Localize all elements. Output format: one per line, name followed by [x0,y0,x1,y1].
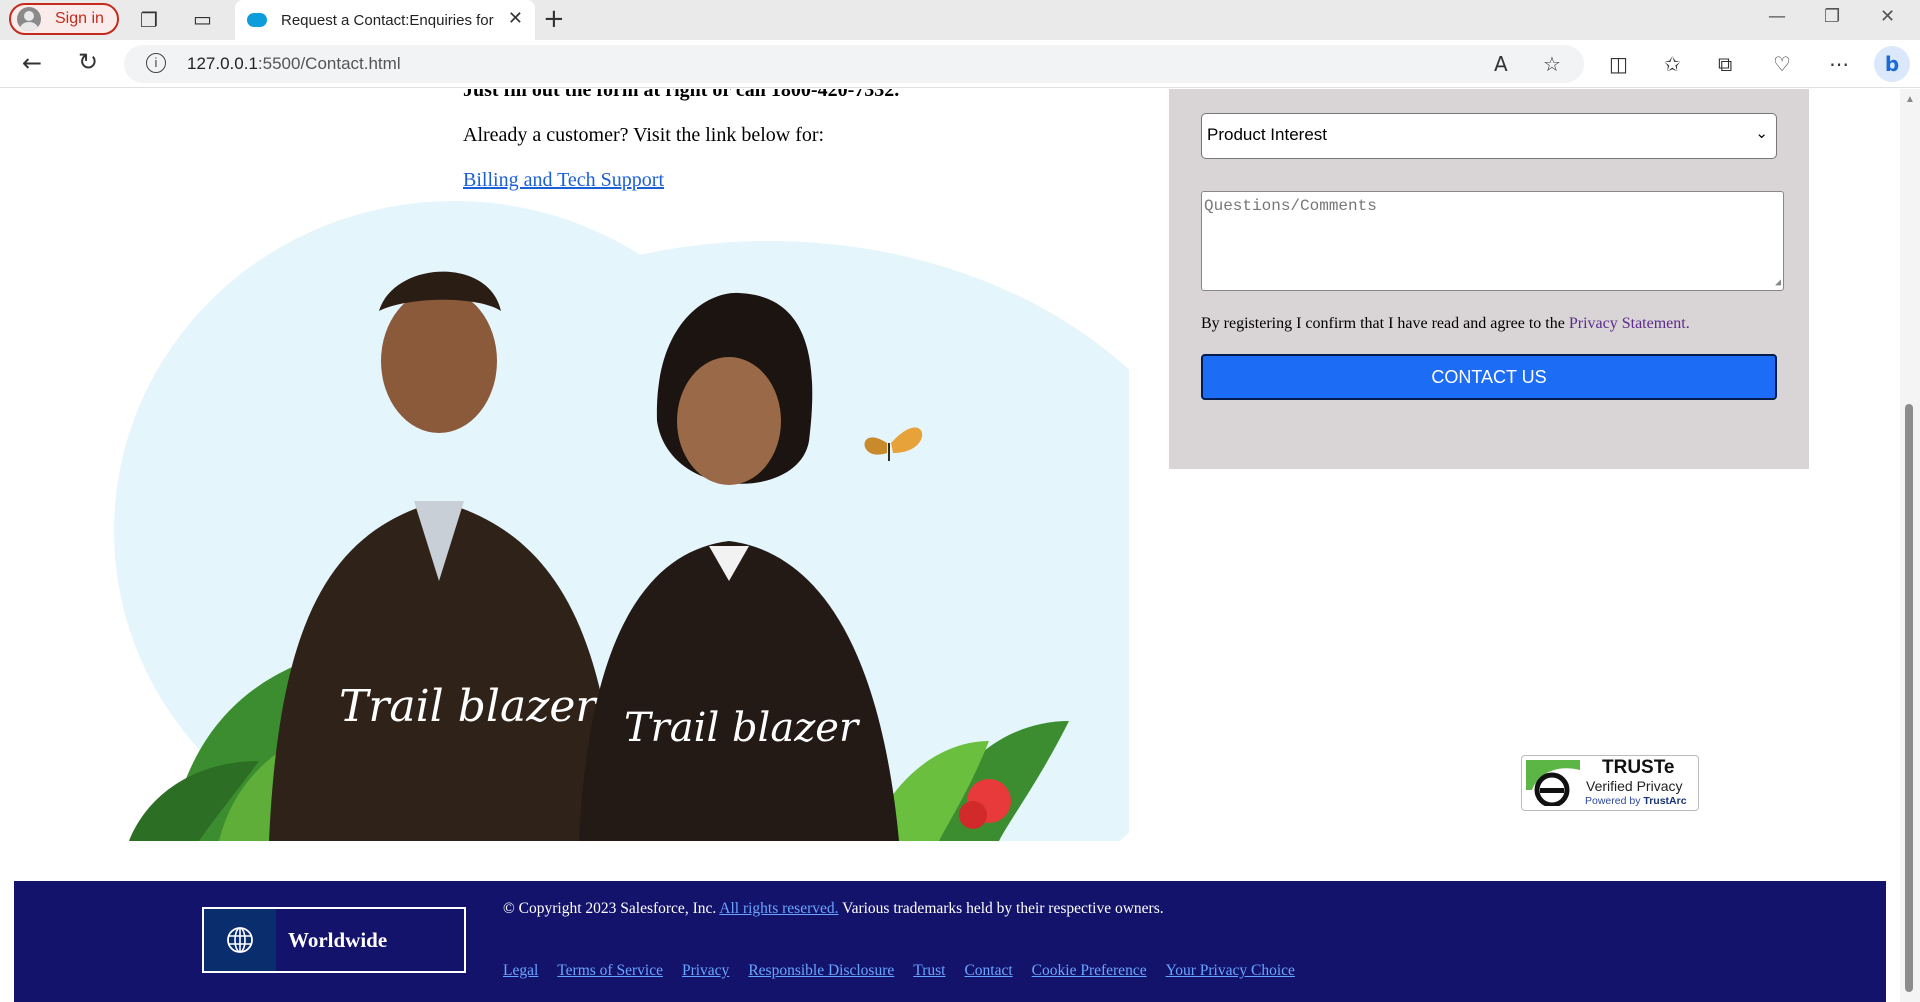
page-scrollbar[interactable]: ▲ [1900,89,1920,1002]
more-options-icon[interactable]: ⋯ [1829,52,1849,76]
resize-grip-icon[interactable]: ◢ [1775,277,1781,289]
browser-essentials-icon[interactable]: ♡ [1773,52,1791,76]
consent-text: By registering I confirm that I have rea… [1201,315,1690,333]
read-aloud-icon[interactable]: A [1494,52,1508,76]
product-interest-select[interactable]: Product Interest ⌄ [1201,113,1777,159]
scrollbar-thumb[interactable] [1905,404,1913,992]
favorite-star-icon[interactable]: ☆ [1543,52,1561,76]
copyright-text: © Copyright 2023 Salesforce, Inc. [503,900,717,917]
footer-link-privacy-choice[interactable]: Your Privacy Choice [1166,962,1295,980]
truste-title: TRUSTe [1602,757,1675,778]
truste-logo-icon [1526,760,1580,806]
restore-icon[interactable]: ❐ [1824,6,1840,27]
sign-in-button[interactable]: Sign in [9,3,119,35]
svg-text:Trail blazer: Trail blazer [339,681,599,732]
globe-icon [204,909,276,971]
close-window-icon[interactable]: ✕ [1880,6,1895,27]
svg-text:Trail blazer: Trail blazer [624,705,861,751]
minimize-icon[interactable]: — [1768,6,1786,27]
footer-link-cookie-preference[interactable]: Cookie Preference [1032,962,1147,980]
copilot-icon[interactable]: b [1874,46,1910,82]
footer-link-contact[interactable]: Contact [964,962,1012,980]
url-field[interactable]: i 127.0.0.1:5500/Contact.html [124,45,1584,83]
tab-contact[interactable]: Request a Contact:Enquiries for Sales ✕ [235,0,535,40]
collections-icon[interactable]: ⧉ [1718,52,1732,76]
contact-us-button[interactable]: CONTACT US [1201,354,1777,400]
page-viewport: Just fill out the form at right or call … [0,89,1920,1002]
site-info-icon[interactable]: i [146,53,166,73]
trademarks-text: Various trademarks held by their respect… [842,900,1164,917]
footer-link-legal[interactable]: Legal [503,962,538,980]
worldwide-selector[interactable]: Worldwide [202,907,466,973]
footer-link-terms[interactable]: Terms of Service [557,962,663,980]
footer-links: Legal Terms of Service Privacy Responsib… [503,962,1295,980]
consent-label: By registering I confirm that I have rea… [1201,315,1565,332]
back-icon[interactable]: ← [22,49,42,77]
url-text: 127.0.0.1:5500/Contact.html [187,54,401,73]
address-bar-row: ← ↻ i 127.0.0.1:5500/Contact.html A ☆ ◫ … [0,40,1920,88]
all-rights-reserved-link[interactable]: All rights reserved. [719,900,838,917]
billing-support-link[interactable]: Billing and Tech Support [463,169,664,192]
product-interest-value: Product Interest [1207,125,1328,144]
comments-textarea[interactable]: Questions/Comments ◢ [1201,191,1784,291]
tab-title: Request a Contact:Enquiries for Sales [281,11,496,29]
call-us-text: Just fill out the form at right or call … [463,89,900,101]
workspaces-icon[interactable]: ❐ [140,8,158,32]
footer-link-trust[interactable]: Trust [913,962,945,980]
worldwide-label: Worldwide [288,927,388,952]
contact-form-panel: Product Interest ⌄ Questions/Comments ◢ … [1169,89,1809,469]
close-tab-icon[interactable]: ✕ [508,8,523,29]
browser-tab-bar: Sign in ❐ ▭ Request a Contact:Enquiries … [0,0,1920,40]
refresh-icon[interactable]: ↻ [78,48,98,76]
site-footer: Worldwide © Copyright 2023 Salesforce, I… [14,881,1886,1002]
split-screen-icon[interactable]: ◫ [1609,52,1628,76]
truste-badge[interactable]: TRUSTe Verified Privacy Powered by Trust… [1521,755,1699,811]
customer-text: Already a customer? Visit the link below… [463,124,825,146]
tab-actions-icon[interactable]: ▭ [193,7,212,31]
copyright-line: © Copyright 2023 Salesforce, Inc. All ri… [503,900,1164,918]
truste-powered-by: Powered by TrustArc [1585,795,1687,807]
footer-link-privacy[interactable]: Privacy [682,962,729,980]
profile-avatar-icon [17,7,41,31]
favorites-icon[interactable]: ✩ [1664,52,1681,76]
scroll-up-icon[interactable]: ▲ [1905,94,1915,105]
chevron-down-icon: ⌄ [1755,124,1768,142]
footer-link-responsible-disclosure[interactable]: Responsible Disclosure [748,962,894,980]
new-tab-icon[interactable]: + [543,4,565,34]
privacy-statement-link[interactable]: Privacy Statement. [1569,315,1690,332]
sign-in-label: Sign in [55,10,104,27]
truste-subtitle: Verified Privacy [1586,778,1683,794]
trailblazers-hero-image: Trail blazer Trail blazer [109,201,1129,841]
hero-illustration: Trail blazer Trail blazer [114,201,1129,841]
intro-section: Just fill out the form at right or call … [463,89,899,192]
comments-placeholder: Questions/Comments [1204,197,1377,215]
salesforce-favicon-icon [247,13,267,27]
